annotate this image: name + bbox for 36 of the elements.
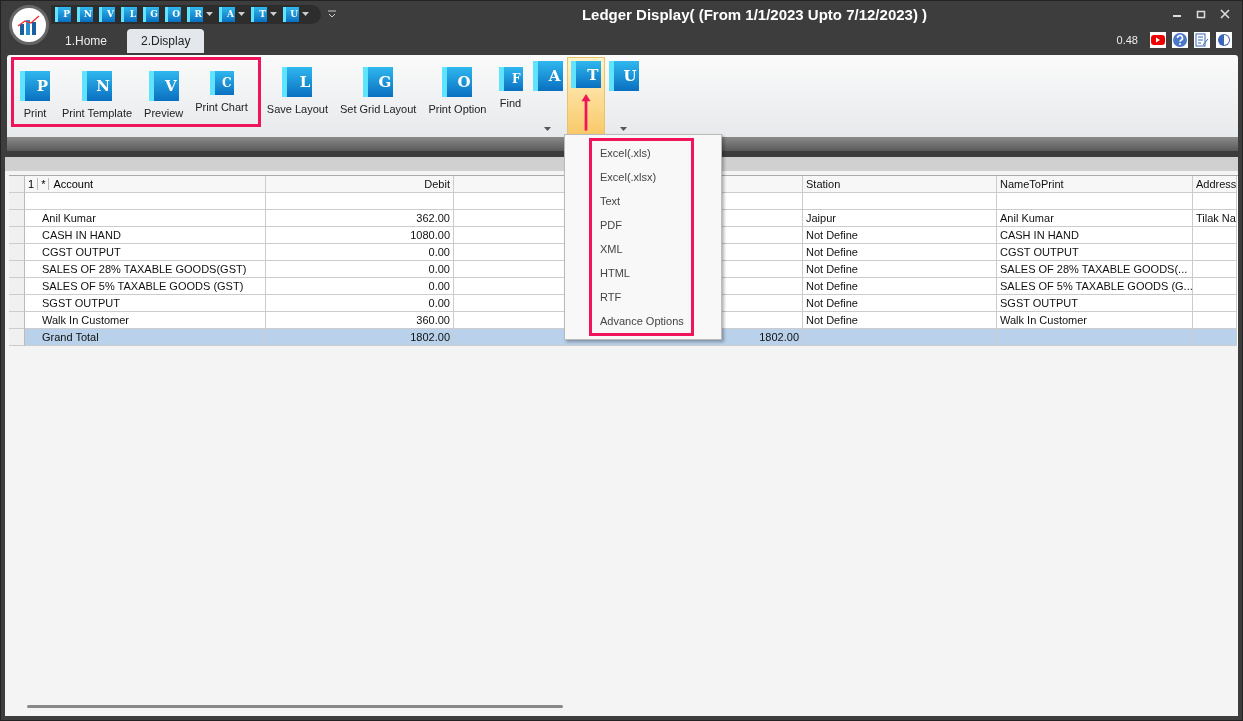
table-cell: 0.00 [266,261,454,278]
column-label: Account [52,178,94,190]
header-mark: 1 [25,178,39,190]
table-cell: CGST OUTPUT [997,244,1193,261]
header-mark: * [38,178,50,190]
table-cell: SALES OF 28% TAXABLE GOODS(... [997,261,1193,278]
table-cell: SALES OF 5% TAXABLE GOODS (G... [997,278,1193,295]
table-cell: CGST OUTPUT [25,244,266,261]
status-value: 0.48 [1116,34,1138,46]
table-cell: CASH IN HAND [25,227,266,244]
table-cell: 362.00 [266,210,454,227]
table-cell: Grand Total [25,329,266,346]
table-cell: 0.00 [266,295,454,312]
table-cell: Jaipur [803,210,997,227]
table-cell: SGST OUTPUT [997,295,1193,312]
table-cell: SGST OUTPUT [25,295,266,312]
table-cell: Tilak Na [1193,210,1237,227]
table-cell: 0.00 [266,244,454,261]
table-cell: Walk In Customer [25,312,266,329]
table-cell: CASH IN HAND [997,227,1193,244]
table-cell: Not Define [803,227,997,244]
table-cell: 0.00 [266,278,454,295]
table-cell: Not Define [803,244,997,261]
table-cell: SALES OF 28% TAXABLE GOODS(GST) [25,261,266,278]
table-cell: Anil Kumar [25,210,266,227]
table-cell: Not Define [803,261,997,278]
table-cell: 1080.00 [266,227,454,244]
table-cell: Not Define [803,278,997,295]
table-cell: Anil Kumar [997,210,1193,227]
window-title: Ledger Display( (From 1/1/2023 Upto 7/12/2023) ) [580,5,929,23]
table-cell: Not Define [803,295,997,312]
table-cell: SALES OF 5% TAXABLE GOODS (GST) [25,278,266,295]
table-cell: Not Define [803,312,997,329]
table-cell: 360.00 [266,312,454,329]
table-cell: Walk In Customer [997,312,1193,329]
table-cell: 1802.00 [266,329,454,346]
